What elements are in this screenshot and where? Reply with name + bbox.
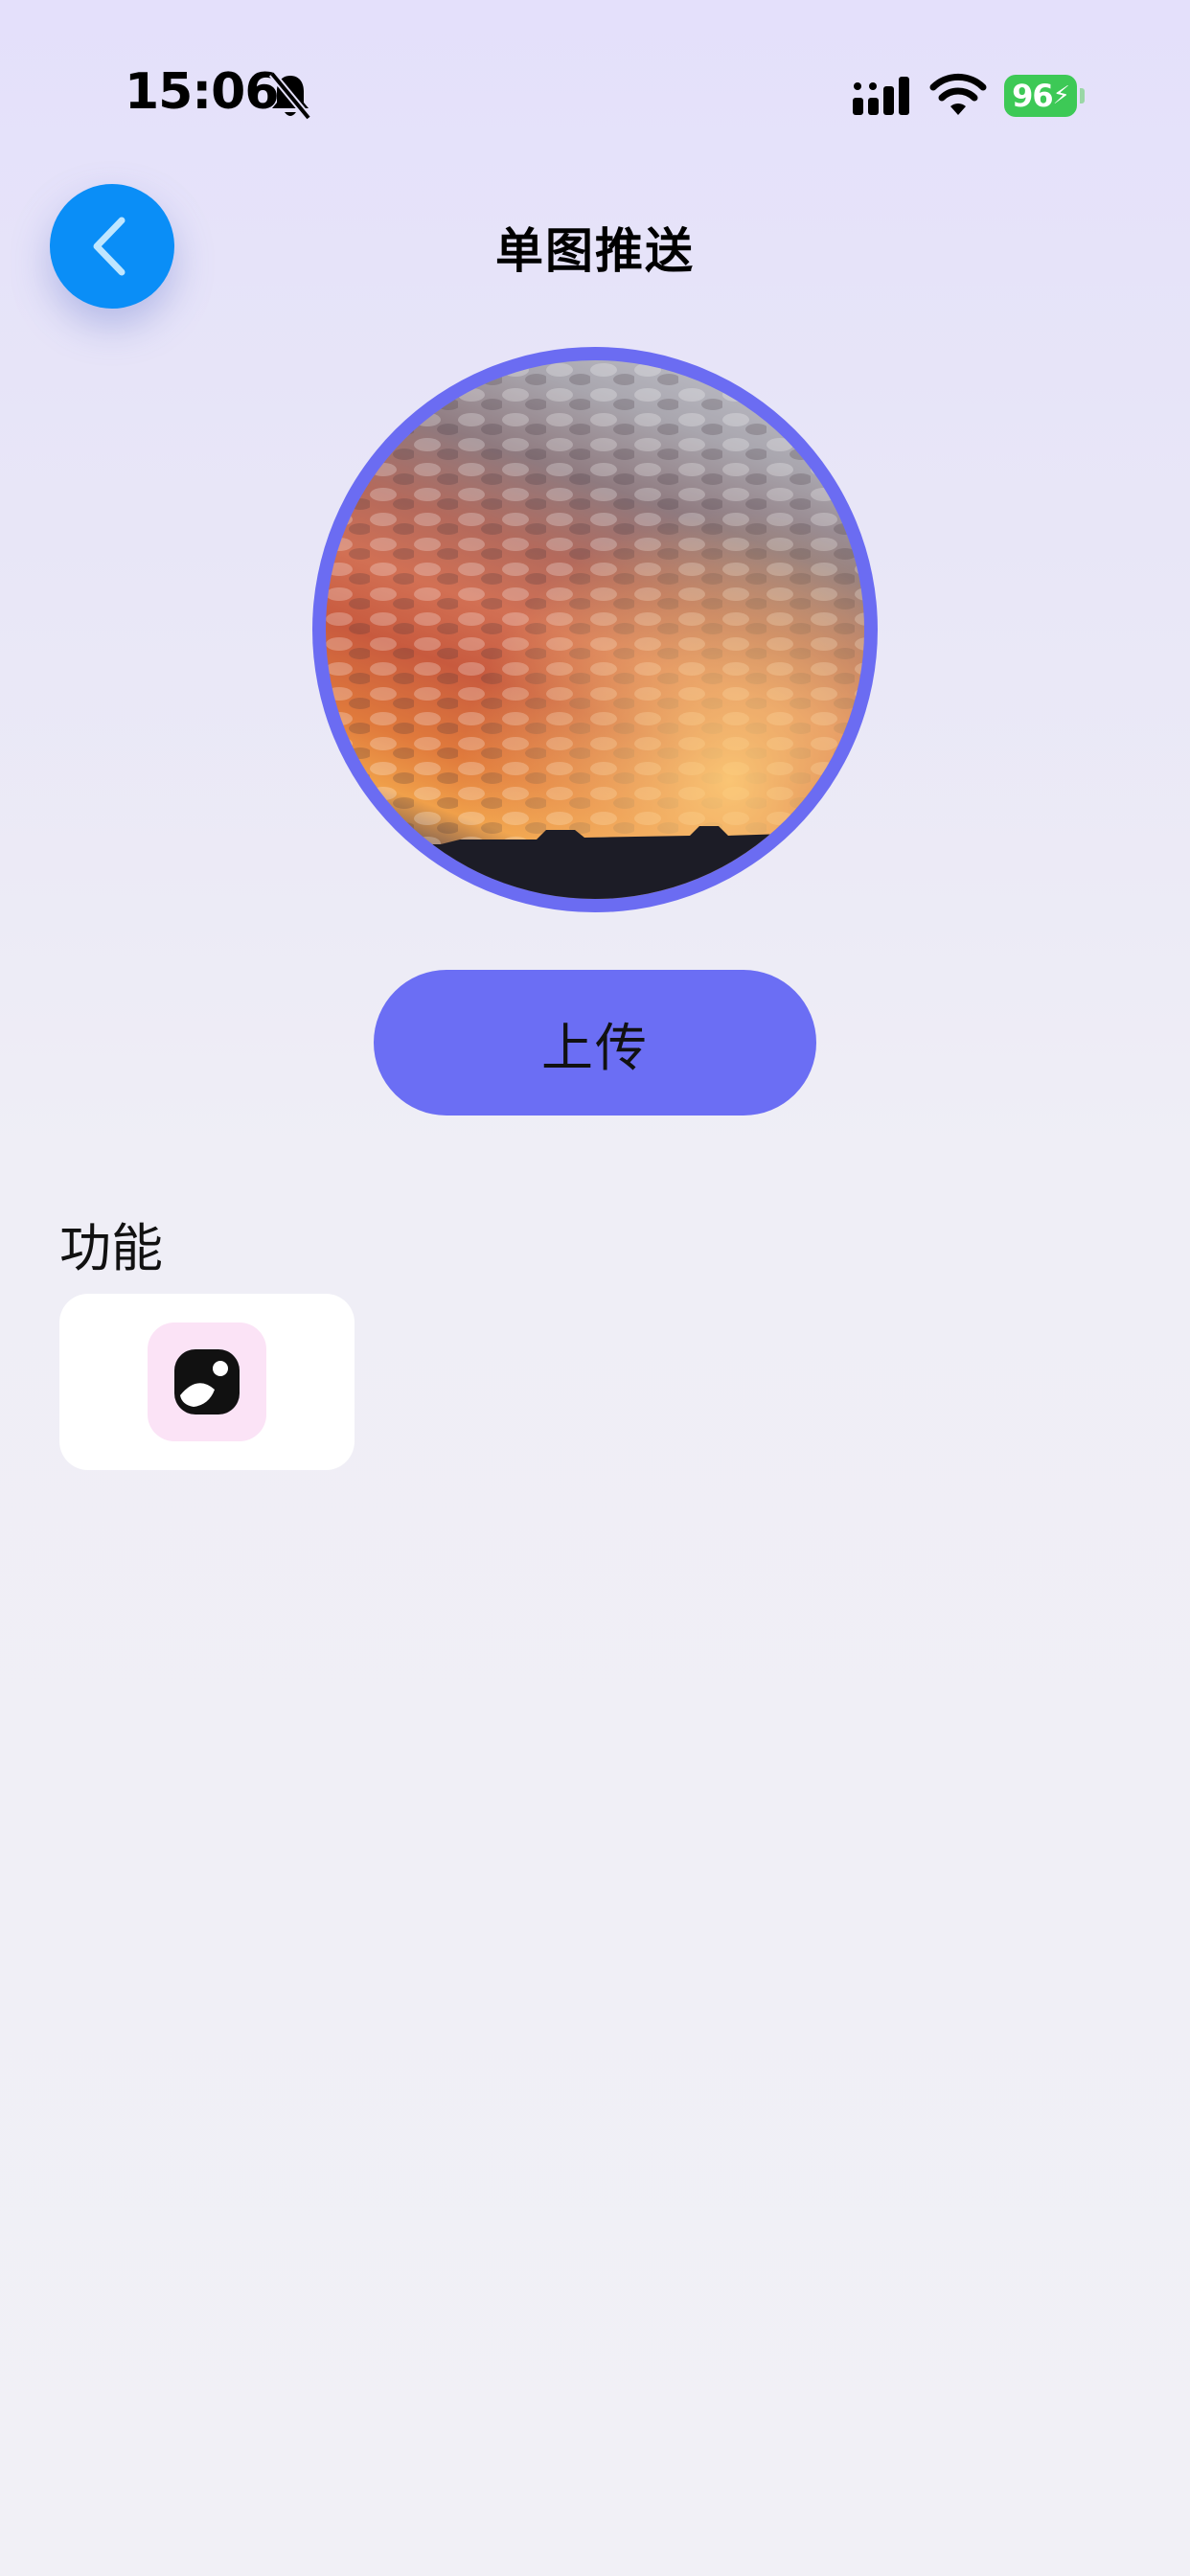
photo-preview[interactable] — [312, 347, 878, 912]
camera-icon — [174, 1349, 240, 1414]
battery-level: 96 ⚡ — [1004, 75, 1077, 117]
feature-item-camera[interactable] — [59, 1294, 355, 1470]
status-time: 15:06 — [125, 63, 280, 121]
upload-button[interactable]: 上传 — [374, 970, 816, 1116]
cellular-signal-icon — [853, 77, 909, 115]
status-bar: 15:06 96 ⚡ — [0, 0, 1190, 192]
bell-slash-icon — [268, 71, 312, 121]
sunset-clouds-photo — [326, 360, 864, 899]
wifi-icon — [929, 73, 987, 115]
feature-icon-background — [148, 1322, 266, 1441]
features-section-title: 功能 — [59, 1218, 163, 1278]
battery-charging-icon: 96 ⚡ — [1004, 75, 1085, 117]
page-title: 单图推送 — [495, 223, 695, 279]
